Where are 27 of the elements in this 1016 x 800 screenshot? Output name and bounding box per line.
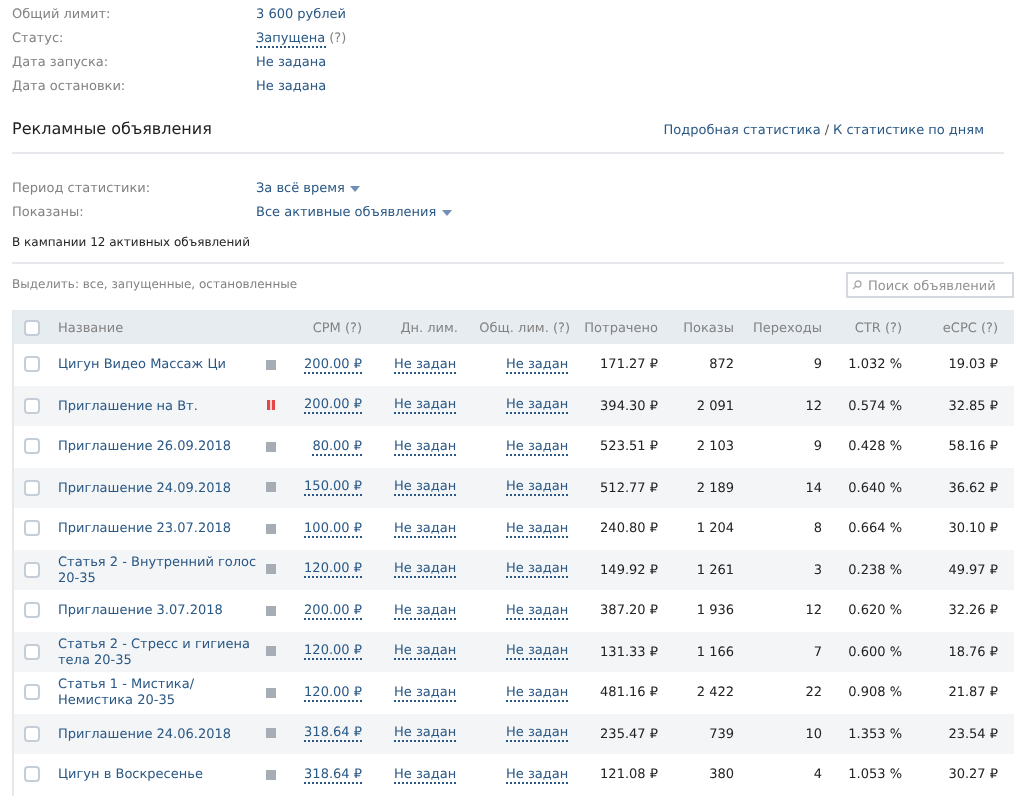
checkbox[interactable] <box>24 520 40 537</box>
checkbox[interactable] <box>24 561 40 578</box>
stop-square-icon[interactable] <box>266 564 276 575</box>
stop-square-icon[interactable] <box>266 728 276 739</box>
stop-square-icon[interactable] <box>266 687 276 698</box>
caret-icon[interactable] <box>442 209 453 215</box>
checkbox[interactable] <box>24 766 40 783</box>
stop-square-icon[interactable] <box>266 646 276 657</box>
section-title: Рекламные объявления <box>12 120 212 138</box>
checkbox[interactable] <box>24 479 40 496</box>
checkbox[interactable] <box>24 684 40 701</box>
checkbox[interactable] <box>24 397 40 414</box>
caret-icon[interactable] <box>350 185 361 191</box>
checkbox[interactable] <box>24 602 40 619</box>
stop-square-icon[interactable] <box>266 441 276 452</box>
checkbox[interactable] <box>24 725 40 742</box>
checkbox[interactable] <box>24 643 40 660</box>
stop-square-icon[interactable] <box>266 523 276 534</box>
checkbox[interactable] <box>24 319 40 335</box>
checkbox[interactable] <box>24 438 40 455</box>
pause-icon[interactable] <box>266 400 276 411</box>
stop-square-icon[interactable] <box>266 605 276 616</box>
stop-square-icon[interactable] <box>266 769 276 780</box>
checkbox[interactable] <box>24 356 40 373</box>
stop-square-icon[interactable] <box>266 482 276 493</box>
search-icon <box>852 280 862 290</box>
stop-square-icon[interactable] <box>266 359 276 370</box>
